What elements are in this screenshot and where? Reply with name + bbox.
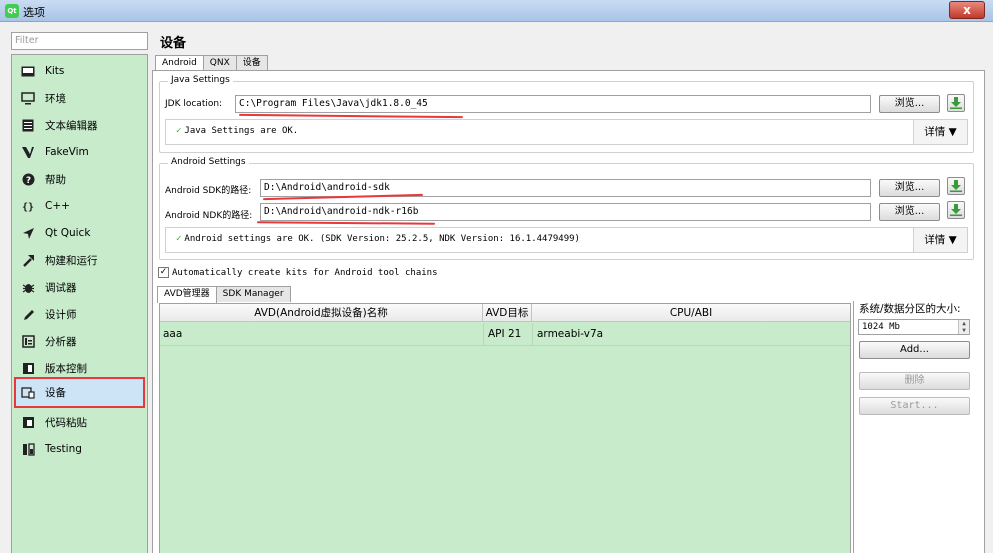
sidebar-item-designer[interactable]: 设计师 xyxy=(16,300,143,328)
tab-devices[interactable]: 设备 xyxy=(235,55,268,71)
sidebar-item-cpp[interactable]: {} C++ xyxy=(16,192,143,220)
kits-icon xyxy=(20,63,36,79)
java-details-button[interactable]: 详情 ▼ xyxy=(913,120,967,144)
qt-app-icon: Qt xyxy=(5,4,19,18)
build-run-icon xyxy=(20,252,36,268)
android-tab-content: Java Settings JDK location: C:\Program F… xyxy=(152,70,985,553)
sidebar-item-text-editor[interactable]: 文本编辑器 xyxy=(16,111,143,139)
ndk-path-label: Android NDK的路径: xyxy=(165,211,253,221)
sidebar-item-environment[interactable]: 环境 xyxy=(16,84,143,112)
filter-input[interactable]: Filter xyxy=(11,32,148,50)
column-cpu-abi[interactable]: CPU/ABI xyxy=(532,304,850,322)
avd-table: AVD(Android虚拟设备)名称 AVD目标 CPU/ABI aaa API… xyxy=(159,303,851,553)
android-details-button[interactable]: 详情 ▼ xyxy=(913,228,967,252)
avd-table-header: AVD(Android虚拟设备)名称 AVD目标 CPU/ABI xyxy=(160,304,850,322)
partition-size-spinbox[interactable]: 1024 Mb ▲ ▼ xyxy=(858,319,970,335)
check-icon: ✓ xyxy=(176,126,182,136)
avd-abi-cell: armeabi-v7a xyxy=(537,328,604,340)
android-status-panel: ✓ Android settings are OK. (SDK Version: … xyxy=(165,227,968,253)
monitor-icon xyxy=(20,90,36,106)
check-icon: ✓ xyxy=(176,234,182,244)
sidebar-item-debugger[interactable]: 调试器 xyxy=(16,273,143,301)
sdk-download-icon[interactable] xyxy=(947,177,965,195)
spin-arrows-icon[interactable]: ▲ ▼ xyxy=(958,320,969,334)
java-status-panel: ✓ Java Settings are OK. 详情 ▼ xyxy=(165,119,968,145)
designer-icon xyxy=(20,306,36,322)
java-status-text: Java Settings are OK. xyxy=(184,126,299,136)
ndk-path-field[interactable]: D:\Android\android-ndk-r16b xyxy=(260,203,871,221)
jdk-location-label: JDK location: xyxy=(165,99,223,109)
avd-actions-panel: 系统/数据分区的大小: 1024 Mb ▲ ▼ Add... 删除 Start..… xyxy=(853,301,971,553)
sidebar-item-analyzer[interactable]: 分析器 xyxy=(16,327,143,355)
sdk-browse-button[interactable]: 浏览... xyxy=(879,179,940,197)
qt-quick-icon xyxy=(20,225,36,241)
jdk-browse-button[interactable]: 浏览... xyxy=(879,95,940,113)
code-paste-icon xyxy=(20,414,36,430)
jdk-download-icon[interactable] xyxy=(947,94,965,112)
text-editor-icon xyxy=(20,117,36,133)
tab-sdk-manager[interactable]: SDK Manager xyxy=(215,286,291,302)
page-title: 设备 xyxy=(160,36,187,51)
debugger-icon xyxy=(20,279,36,295)
analyzer-icon xyxy=(20,333,36,349)
sidebar-item-kits[interactable]: Kits xyxy=(16,57,143,85)
tab-qnx[interactable]: QNX xyxy=(202,55,237,71)
sidebar-item-build-run[interactable]: 构建和运行 xyxy=(16,246,143,274)
sidebar-item-code-paste[interactable]: 代码粘贴 xyxy=(16,408,143,436)
avd-target-cell: API 21 xyxy=(488,328,522,340)
sidebar-item-devices[interactable]: 设备 xyxy=(14,377,145,408)
device-tabs: Android QNX 设备 xyxy=(155,55,268,72)
sidebar-item-fakevim[interactable]: FakeVim xyxy=(16,138,143,166)
column-avd-target[interactable]: AVD目标 xyxy=(483,304,532,322)
window-title: 选项 xyxy=(23,6,45,19)
sdk-path-label: Android SDK的路径: xyxy=(165,186,252,196)
auto-create-kits-checkbox[interactable]: ✓ xyxy=(158,267,169,278)
title-bar: Qt 选项 x xyxy=(0,0,993,22)
avd-name-cell: aaa xyxy=(163,328,183,340)
android-status-text: Android settings are OK. (SDK Version: 2… xyxy=(184,234,580,244)
auto-create-kits-label: Automatically create kits for Android to… xyxy=(172,268,438,278)
cpp-braces-icon: {} xyxy=(20,198,36,214)
sdk-path-field[interactable]: D:\Android\android-sdk xyxy=(260,179,871,197)
tab-avd-manager[interactable]: AVD管理器 xyxy=(157,286,217,303)
sidebar-item-testing[interactable]: Testing xyxy=(16,435,143,463)
close-button[interactable]: x xyxy=(949,1,985,19)
ndk-download-icon[interactable] xyxy=(947,201,965,219)
svg-text:{}: {} xyxy=(22,202,34,213)
version-control-icon xyxy=(20,360,36,376)
sidebar-item-help[interactable]: ? 帮助 xyxy=(16,165,143,193)
avd-tabs: AVD管理器 SDK Manager xyxy=(157,286,291,303)
testing-icon xyxy=(20,441,36,457)
help-icon: ? xyxy=(20,171,36,187)
partition-size-label: 系统/数据分区的大小: xyxy=(859,303,961,315)
ndk-browse-button[interactable]: 浏览... xyxy=(879,203,940,221)
table-row[interactable]: aaa API 21 armeabi-v7a xyxy=(160,323,850,346)
column-avd-name[interactable]: AVD(Android虚拟设备)名称 xyxy=(160,304,483,322)
delete-avd-button[interactable]: 删除 xyxy=(859,372,970,390)
jdk-location-field[interactable]: C:\Program Files\Java\jdk1.8.0_45 xyxy=(235,95,871,113)
svg-text:?: ? xyxy=(25,176,30,186)
options-sidebar: Kits 环境 文本编辑器 FakeVim ? 帮助 {} C++ Qt Qui… xyxy=(11,54,148,553)
fakevim-icon xyxy=(20,144,36,160)
device-icon xyxy=(20,385,36,401)
sidebar-item-qt-quick[interactable]: Qt Quick xyxy=(16,219,143,247)
add-avd-button[interactable]: Add... xyxy=(859,341,970,359)
start-avd-button[interactable]: Start... xyxy=(859,397,970,415)
